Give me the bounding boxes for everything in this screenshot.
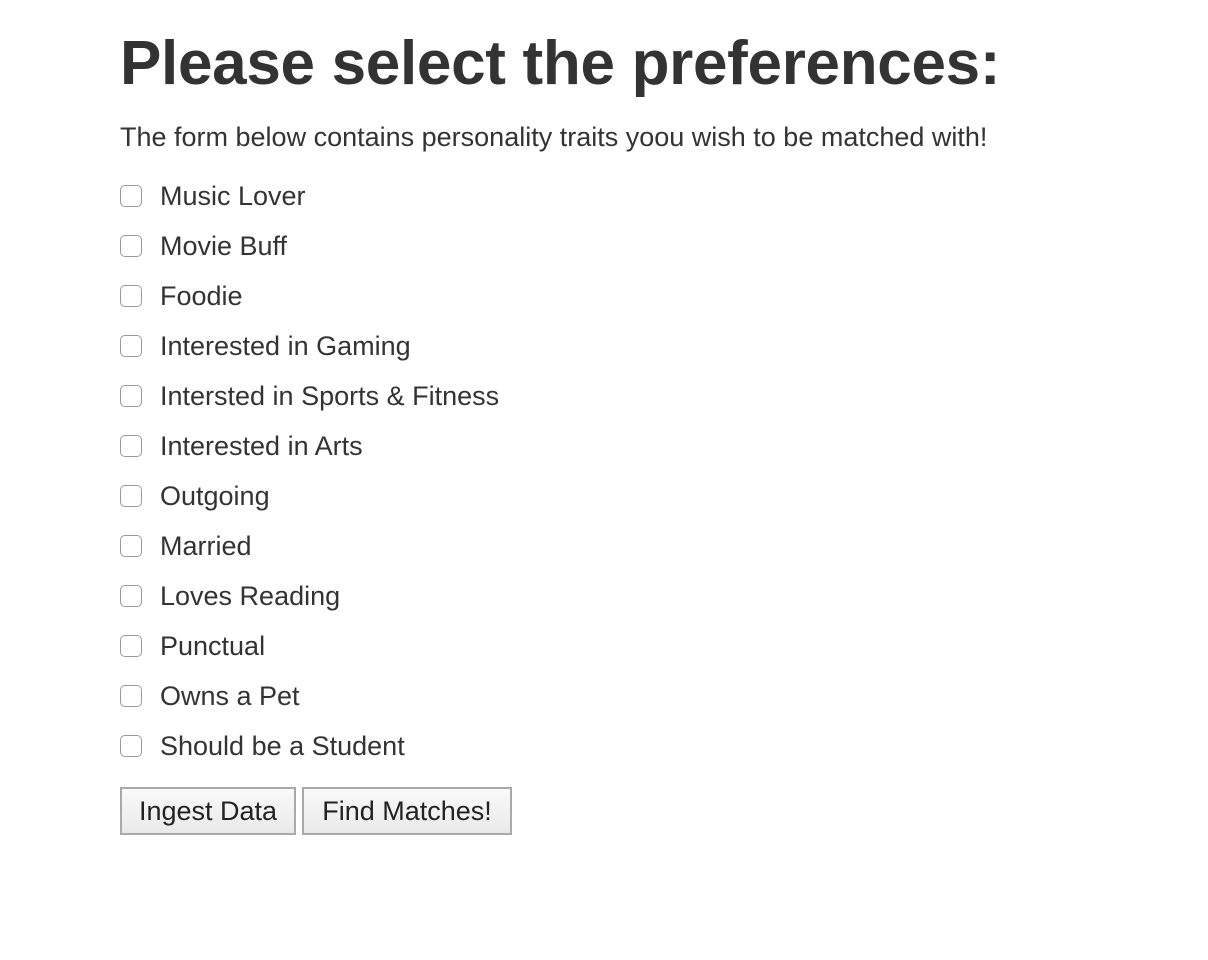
preference-item-punctual[interactable]: Punctual: [120, 621, 499, 671]
preference-label[interactable]: Should be a Student: [160, 730, 405, 762]
checkbox[interactable]: [120, 335, 142, 357]
preference-label[interactable]: Married: [160, 530, 252, 562]
preference-label[interactable]: Intersted in Sports & Fitness: [160, 380, 499, 412]
preference-label[interactable]: Interested in Gaming: [160, 330, 411, 362]
form-actions: Ingest Data Find Matches!: [120, 787, 518, 835]
preference-item-music-lover[interactable]: Music Lover: [120, 171, 499, 221]
preference-item-arts[interactable]: Interested in Arts: [120, 421, 499, 471]
checkbox[interactable]: [120, 185, 142, 207]
preference-label[interactable]: Interested in Arts: [160, 430, 363, 462]
preference-label[interactable]: Loves Reading: [160, 580, 340, 612]
checkbox[interactable]: [120, 235, 142, 257]
preference-label[interactable]: Music Lover: [160, 180, 306, 212]
preference-item-sports-fitness[interactable]: Intersted in Sports & Fitness: [120, 371, 499, 421]
preference-label[interactable]: Punctual: [160, 630, 265, 662]
preference-label[interactable]: Movie Buff: [160, 230, 287, 262]
preference-item-foodie[interactable]: Foodie: [120, 271, 499, 321]
preference-item-reading[interactable]: Loves Reading: [120, 571, 499, 621]
checkbox[interactable]: [120, 435, 142, 457]
checkbox[interactable]: [120, 585, 142, 607]
page-title: Please select the preferences:: [120, 29, 1001, 98]
preference-label[interactable]: Foodie: [160, 280, 243, 312]
checkbox[interactable]: [120, 635, 142, 657]
preference-item-gaming[interactable]: Interested in Gaming: [120, 321, 499, 371]
preference-item-pet[interactable]: Owns a Pet: [120, 671, 499, 721]
preference-item-outgoing[interactable]: Outgoing: [120, 471, 499, 521]
preference-item-student[interactable]: Should be a Student: [120, 721, 499, 771]
preference-label[interactable]: Owns a Pet: [160, 680, 300, 712]
checkbox[interactable]: [120, 385, 142, 407]
ingest-data-button[interactable]: Ingest Data: [120, 787, 296, 835]
find-matches-button[interactable]: Find Matches!: [302, 787, 512, 835]
checkbox[interactable]: [120, 535, 142, 557]
checkbox[interactable]: [120, 685, 142, 707]
page-description: The form below contains personality trai…: [120, 122, 988, 152]
checkbox[interactable]: [120, 735, 142, 757]
preference-item-movie-buff[interactable]: Movie Buff: [120, 221, 499, 271]
preference-label[interactable]: Outgoing: [160, 480, 270, 512]
checkbox[interactable]: [120, 285, 142, 307]
checkbox[interactable]: [120, 485, 142, 507]
preference-item-married[interactable]: Married: [120, 521, 499, 571]
preferences-list: Music Lover Movie Buff Foodie Interested…: [120, 171, 499, 771]
